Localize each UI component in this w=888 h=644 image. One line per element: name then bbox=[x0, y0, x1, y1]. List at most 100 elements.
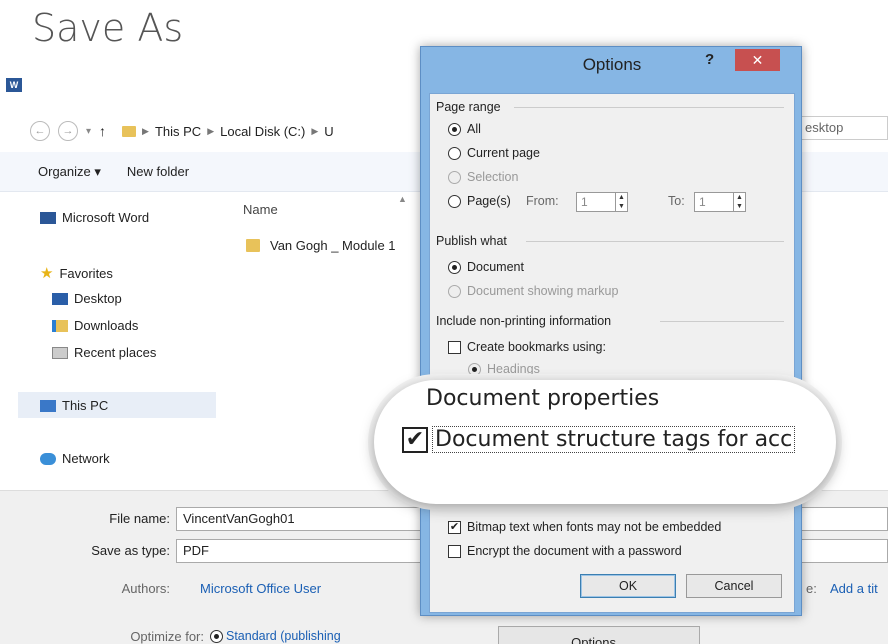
cancel-button[interactable]: Cancel bbox=[686, 574, 782, 598]
checkbox-label: Encrypt the document with a password bbox=[467, 544, 682, 558]
sidebar-item-word[interactable]: Microsoft Word bbox=[40, 210, 149, 225]
non-printing-heading: Include non-printing information bbox=[436, 314, 612, 328]
radio-label: Document bbox=[467, 260, 524, 274]
downloads-icon bbox=[52, 319, 68, 332]
publish-document-radio[interactable]: Document bbox=[448, 260, 524, 274]
radio-icon bbox=[448, 284, 461, 298]
encrypt-checkbox[interactable]: Encrypt the document with a password bbox=[448, 544, 682, 558]
computer-icon bbox=[40, 399, 56, 412]
magnifier-callout: Document properties ✔ Document structure… bbox=[374, 380, 836, 504]
file-name: Van Gogh _ Module 1 bbox=[270, 238, 396, 253]
word-icon bbox=[40, 211, 56, 224]
sidebar-item-label: Recent places bbox=[74, 345, 157, 360]
word-app-icon: W bbox=[6, 78, 22, 92]
optimize-standard-radio[interactable]: Standard (publishing bbox=[210, 629, 341, 643]
sort-ascending-icon: ▲ bbox=[398, 194, 407, 204]
close-button[interactable]: ✕ bbox=[735, 49, 780, 71]
spin-arrows-icon[interactable]: ▲ ▼ bbox=[733, 193, 745, 211]
radio-icon bbox=[448, 194, 461, 208]
back-icon[interactable]: ← bbox=[30, 121, 50, 141]
checkbox-label: Document structure tags for acc bbox=[432, 426, 796, 453]
radio-icon bbox=[448, 122, 461, 136]
page-range-all-radio[interactable]: All bbox=[448, 122, 481, 136]
radio-icon bbox=[448, 260, 461, 274]
star-icon: ★ bbox=[40, 265, 54, 282]
breadcrumb-item[interactable]: This PC bbox=[155, 124, 201, 139]
to-stepper[interactable]: 1 ▲ ▼ bbox=[694, 192, 746, 212]
page-range-pages-radio[interactable]: Page(s) bbox=[448, 194, 511, 208]
sidebar-item-label: Favorites bbox=[59, 265, 113, 281]
radio-label: Document showing markup bbox=[467, 284, 619, 298]
chevron-right-icon: ▶ bbox=[207, 125, 215, 136]
radio-icon bbox=[448, 146, 461, 160]
save-as-type-label: Save as type: bbox=[91, 543, 170, 558]
radio-icon bbox=[468, 362, 481, 376]
optimize-label: Optimize for: bbox=[130, 629, 204, 644]
spin-arrows-icon[interactable]: ▲ ▼ bbox=[615, 193, 627, 211]
checkbox-label: Bitmap text when fonts may not be embedd… bbox=[467, 520, 722, 534]
checkbox-icon: ✔ bbox=[402, 426, 428, 453]
chevron-right-icon: ▶ bbox=[311, 125, 319, 136]
search-input[interactable]: esktop bbox=[800, 116, 888, 140]
create-bookmarks-checkbox[interactable]: Create bookmarks using: bbox=[448, 340, 606, 354]
from-stepper[interactable]: 1 ▲ ▼ bbox=[576, 192, 628, 212]
radio-label: Page(s) bbox=[467, 194, 511, 208]
folder-icon bbox=[246, 239, 260, 252]
add-title-link[interactable]: Add a tit bbox=[830, 581, 878, 596]
chevron-right-icon: ▶ bbox=[142, 125, 149, 136]
options-dialog: Options ? ✕ Page range All Current page … bbox=[420, 46, 802, 616]
from-value: 1 bbox=[581, 195, 588, 209]
breadcrumb-item[interactable]: Local Disk (C:) bbox=[220, 124, 305, 139]
help-button[interactable]: ? bbox=[705, 51, 714, 68]
save-as-window: Save As W ← → ▾ ↑ ▶ This PC ▶ Local Disk… bbox=[0, 0, 888, 644]
list-item[interactable]: Van Gogh _ Module 1 bbox=[246, 238, 396, 253]
sidebar-item-downloads[interactable]: Downloads bbox=[52, 318, 138, 333]
authors-link[interactable]: Microsoft Office User bbox=[200, 581, 321, 596]
sidebar-item-label: Microsoft Word bbox=[62, 210, 150, 225]
column-header-name[interactable]: Name bbox=[243, 202, 278, 217]
structure-tags-checkbox[interactable]: ✔ Document structure tags for acc bbox=[402, 426, 796, 453]
sidebar-item-favorites[interactable]: ★ Favorites bbox=[40, 264, 113, 282]
folder-icon bbox=[122, 125, 137, 137]
recent-places-icon bbox=[52, 346, 68, 359]
divider bbox=[514, 107, 784, 108]
divider bbox=[660, 321, 784, 322]
optimize-value: Standard (publishing bbox=[226, 629, 341, 643]
radio-label: Current page bbox=[467, 146, 540, 160]
page-range-heading: Page range bbox=[436, 100, 501, 114]
page-range-selection-radio: Selection bbox=[448, 170, 518, 184]
authors-label: Authors: bbox=[121, 581, 170, 596]
sidebar-item-recent-places[interactable]: Recent places bbox=[52, 345, 156, 360]
radio-label: Headings bbox=[487, 362, 540, 376]
page-range-current-radio[interactable]: Current page bbox=[448, 146, 540, 160]
bitmap-text-checkbox[interactable]: ✔ Bitmap text when fonts may not be embe… bbox=[448, 520, 721, 534]
sidebar-item-network[interactable]: Network bbox=[40, 451, 110, 466]
breadcrumb[interactable]: ▶ This PC ▶ Local Disk (C:) ▶ U bbox=[122, 124, 334, 139]
options-dialog-body: Page range All Current page Selection Pa… bbox=[429, 93, 795, 613]
desktop-icon bbox=[52, 292, 68, 305]
checkbox-label: Create bookmarks using: bbox=[467, 340, 606, 354]
sidebar-item-label: This PC bbox=[62, 398, 109, 413]
sidebar-item-label: Desktop bbox=[74, 291, 122, 306]
sidebar-item-label: Downloads bbox=[74, 318, 139, 333]
tags-label: e: bbox=[806, 581, 817, 596]
sidebar-item-desktop[interactable]: Desktop bbox=[52, 291, 122, 306]
options-button[interactable]: Options... bbox=[498, 626, 700, 644]
breadcrumb-item[interactable]: U bbox=[324, 124, 333, 139]
up-icon[interactable]: ↑ bbox=[99, 123, 106, 139]
forward-icon[interactable]: → bbox=[58, 121, 78, 141]
publish-markup-radio: Document showing markup bbox=[448, 284, 618, 298]
new-folder-button[interactable]: New folder bbox=[127, 164, 189, 179]
checkbox-icon bbox=[448, 544, 461, 558]
recent-dropdown-icon[interactable]: ▾ bbox=[86, 126, 91, 137]
radio-label: All bbox=[467, 122, 481, 136]
radio-icon bbox=[448, 170, 461, 184]
document-properties-checkbox-label[interactable]: Document properties bbox=[426, 386, 659, 411]
sidebar-item-this-pc[interactable]: This PC bbox=[40, 398, 108, 413]
radio-label: Selection bbox=[467, 170, 519, 184]
checkbox-icon: ✔ bbox=[448, 520, 461, 534]
to-value: 1 bbox=[699, 195, 706, 209]
organize-button[interactable]: Organize ▾ bbox=[38, 164, 101, 180]
ok-button[interactable]: OK bbox=[580, 574, 676, 598]
save-as-title: Save As bbox=[32, 6, 184, 50]
